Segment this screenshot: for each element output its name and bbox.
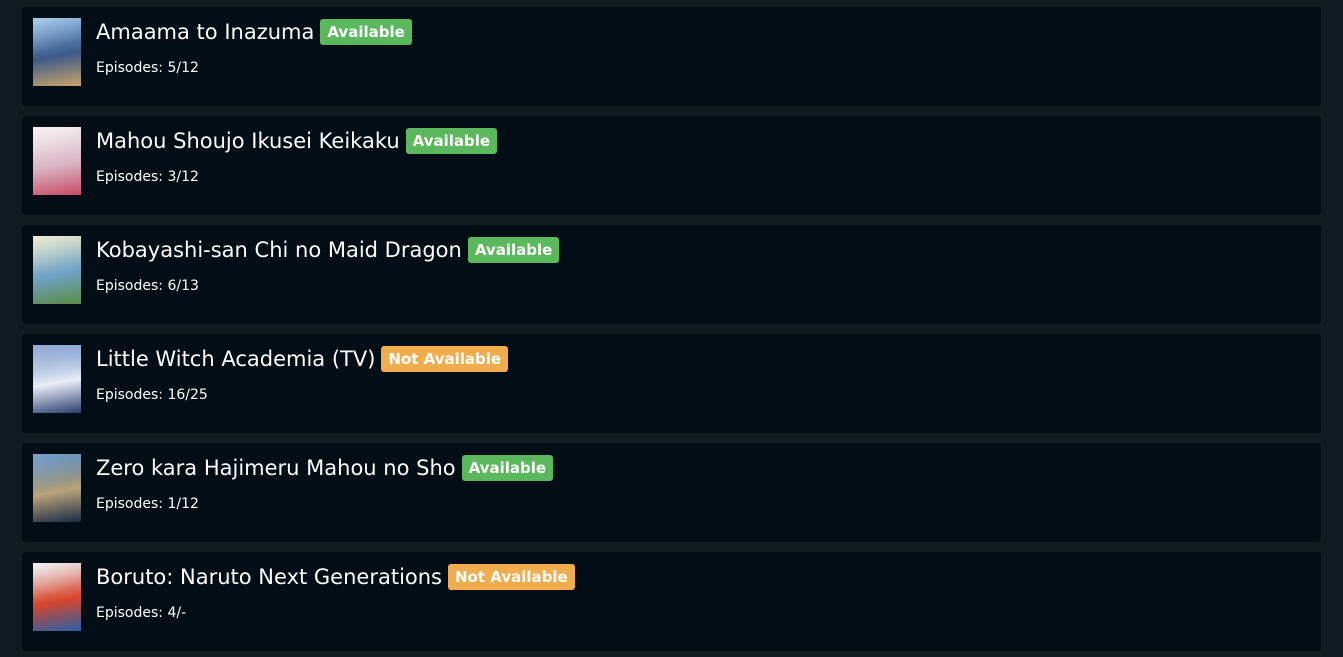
anime-title[interactable]: Amaama to Inazuma bbox=[96, 18, 314, 46]
episodes-count: Episodes: 5/12 bbox=[96, 60, 199, 76]
anime-list-item[interactable]: Boruto: Naruto Next Generations Not Avai… bbox=[22, 552, 1321, 651]
episodes-count: Episodes: 4/- bbox=[96, 605, 187, 621]
episodes-count: Episodes: 3/12 bbox=[96, 169, 199, 185]
title-row: Kobayashi-san Chi no Maid Dragon Availab… bbox=[96, 236, 560, 264]
anime-title[interactable]: Zero kara Hajimeru Mahou no Sho bbox=[96, 454, 456, 482]
anime-cover-image[interactable] bbox=[33, 18, 81, 86]
status-badge: Available bbox=[405, 128, 498, 154]
anime-title[interactable]: Kobayashi-san Chi no Maid Dragon bbox=[96, 236, 462, 264]
title-row: Boruto: Naruto Next Generations Not Avai… bbox=[96, 563, 575, 591]
title-row: Amaama to Inazuma Available bbox=[96, 18, 412, 46]
anime-cover-image[interactable] bbox=[33, 236, 81, 304]
status-badge: Not Available bbox=[448, 564, 575, 590]
anime-title[interactable]: Boruto: Naruto Next Generations bbox=[96, 563, 442, 591]
anime-list-item[interactable]: Mahou Shoujo Ikusei Keikaku Available Ep… bbox=[22, 116, 1321, 215]
anime-cover-image[interactable] bbox=[33, 454, 81, 522]
episodes-count: Episodes: 6/13 bbox=[96, 278, 199, 294]
anime-cover-image[interactable] bbox=[33, 345, 81, 413]
status-badge: Not Available bbox=[381, 346, 509, 372]
anime-list-item[interactable]: Little Witch Academia (TV) Not Available… bbox=[22, 334, 1321, 433]
anime-title[interactable]: Little Witch Academia (TV) bbox=[96, 345, 375, 373]
anime-list-item[interactable]: Amaama to Inazuma Available Episodes: 5/… bbox=[22, 7, 1321, 106]
anime-list: Amaama to Inazuma Available Episodes: 5/… bbox=[0, 0, 1343, 657]
anime-list-item[interactable]: Zero kara Hajimeru Mahou no Sho Availabl… bbox=[22, 443, 1321, 542]
anime-cover-image[interactable] bbox=[33, 563, 81, 631]
anime-cover-image[interactable] bbox=[33, 127, 81, 195]
anime-title[interactable]: Mahou Shoujo Ikusei Keikaku bbox=[96, 127, 400, 155]
status-badge: Available bbox=[461, 455, 554, 481]
title-row: Zero kara Hajimeru Mahou no Sho Availabl… bbox=[96, 454, 554, 482]
status-badge: Available bbox=[467, 237, 560, 263]
episodes-count: Episodes: 1/12 bbox=[96, 496, 199, 512]
title-row: Little Witch Academia (TV) Not Available bbox=[96, 345, 509, 373]
status-badge: Available bbox=[320, 19, 412, 45]
title-row: Mahou Shoujo Ikusei Keikaku Available bbox=[96, 127, 498, 155]
episodes-count: Episodes: 16/25 bbox=[96, 387, 208, 403]
anime-list-item[interactable]: Kobayashi-san Chi no Maid Dragon Availab… bbox=[22, 225, 1321, 324]
